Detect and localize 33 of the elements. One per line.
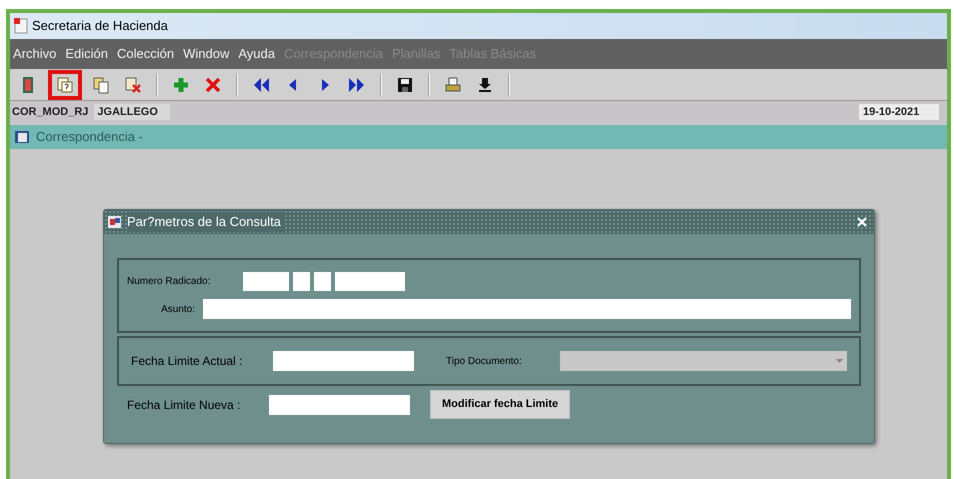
printer-icon[interactable] — [443, 74, 463, 94]
window-title: Secretaria de Hacienda — [32, 17, 168, 36]
menu-item[interactable]: Ayuda — [238, 44, 275, 64]
field-label: Asunto: — [160, 302, 196, 316]
input-field[interactable] — [335, 272, 405, 291]
modify-date-button[interactable]: Modificar fecha Limite — [430, 390, 570, 419]
input-field[interactable] — [269, 394, 410, 414]
form-title: Correspondencia - — [36, 128, 143, 146]
input-field[interactable] — [243, 272, 289, 291]
form-icon — [14, 129, 32, 145]
menu-item[interactable]: Window — [183, 44, 230, 64]
dialog-icon — [107, 214, 123, 230]
dropdown-arrow-icon — [836, 358, 843, 364]
module-field: COR_MOD_RJ — [10, 104, 90, 120]
copy-documents-icon[interactable] — [91, 74, 111, 94]
input-field[interactable] — [203, 299, 851, 319]
input-field[interactable] — [314, 272, 331, 291]
field-label: Numero Radicado: — [127, 275, 212, 289]
app-icon — [14, 18, 28, 34]
menu-item[interactable]: Edición — [65, 44, 108, 64]
close-icon[interactable] — [856, 216, 868, 228]
clear-document-icon[interactable] — [123, 74, 143, 94]
user-field: JGALLEGO — [94, 104, 170, 120]
dialog-title: Par?metros de la Consulta — [127, 212, 285, 232]
menu-item[interactable]: Archivo — [13, 44, 56, 64]
query-document-icon[interactable] — [55, 74, 75, 94]
menu-item[interactable]: Colección — [117, 44, 174, 64]
input-field[interactable] — [273, 351, 414, 371]
input-field[interactable] — [293, 272, 310, 291]
field-label: Fecha Limite Nueva : — [127, 396, 242, 414]
field-label: Fecha Limite Actual : — [131, 353, 244, 370]
field-label: Tipo Documento: — [446, 354, 523, 368]
date-field: 19-10-2021 — [859, 104, 939, 120]
